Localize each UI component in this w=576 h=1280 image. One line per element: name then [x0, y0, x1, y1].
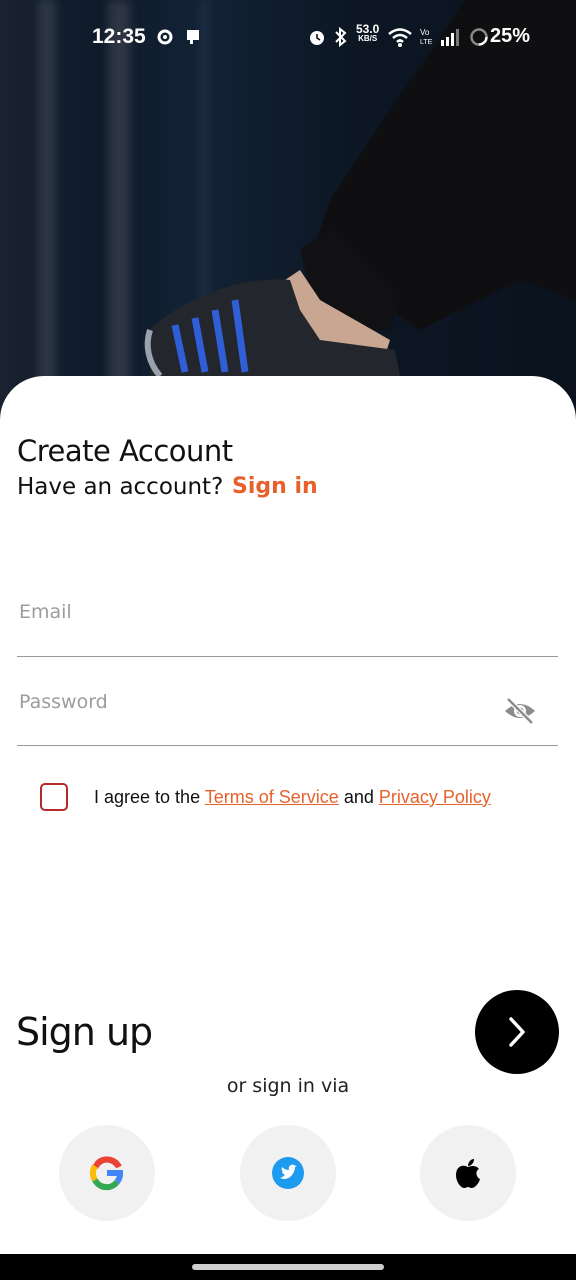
sign-up-label: Sign up — [16, 1010, 153, 1054]
agree-and: and — [343, 787, 374, 807]
signup-card — [0, 376, 576, 1256]
or-sign-in-via-text: or sign in via — [226, 1075, 350, 1097]
password-field[interactable] — [17, 690, 558, 746]
wifi-icon — [388, 28, 412, 47]
agree-text: I agree to the Terms of Service and Priv… — [94, 787, 491, 808]
svg-text:Vo: Vo — [420, 28, 430, 37]
apple-icon — [456, 1159, 480, 1188]
navigation-bar — [0, 1254, 576, 1280]
status-bar: 12:35 53.0 KB/S Vo LTE 25% — [0, 0, 576, 72]
settings-icon — [157, 29, 173, 45]
hero-image: 12:35 53.0 KB/S Vo LTE 25% — [0, 0, 576, 420]
cast-icon — [187, 30, 199, 44]
twitter-icon — [272, 1157, 304, 1189]
volte-icon: Vo LTE — [420, 28, 433, 46]
agree-prefix: I agree to the — [94, 787, 201, 807]
sign-in-link[interactable]: Sign in — [232, 474, 318, 499]
home-gesture-handle[interactable] — [192, 1264, 384, 1270]
agree-checkbox[interactable] — [40, 783, 68, 811]
google-sign-in-button[interactable] — [59, 1125, 155, 1221]
terms-of-service-link[interactable]: Terms of Service — [205, 787, 339, 807]
svg-text:LTE: LTE — [420, 39, 433, 46]
network-speed: 53.0 KB/S — [356, 22, 380, 44]
have-account-text: Have an account? — [17, 474, 224, 500]
chevron-right-icon — [509, 1017, 525, 1047]
page-title: Create Account — [17, 434, 233, 468]
twitter-sign-in-button[interactable] — [240, 1125, 336, 1221]
sign-up-next-button[interactable] — [475, 990, 559, 1074]
email-field[interactable] — [17, 600, 558, 657]
eye-off-icon[interactable] — [502, 696, 538, 726]
password-input[interactable] — [17, 690, 491, 714]
signal-icon — [441, 29, 459, 46]
network-speed-unit: KB/S — [358, 34, 378, 43]
network-speed-value: 53.0 — [356, 22, 380, 36]
email-input[interactable] — [17, 600, 491, 624]
status-time: 12:35 — [92, 25, 146, 48]
privacy-policy-link[interactable]: Privacy Policy — [379, 787, 491, 807]
alarm-icon — [310, 31, 324, 45]
bluetooth-icon — [335, 26, 347, 48]
battery-percent: 25% — [489, 25, 530, 47]
battery-icon — [470, 28, 488, 46]
apple-sign-in-button[interactable] — [420, 1125, 516, 1221]
google-icon — [90, 1156, 123, 1191]
